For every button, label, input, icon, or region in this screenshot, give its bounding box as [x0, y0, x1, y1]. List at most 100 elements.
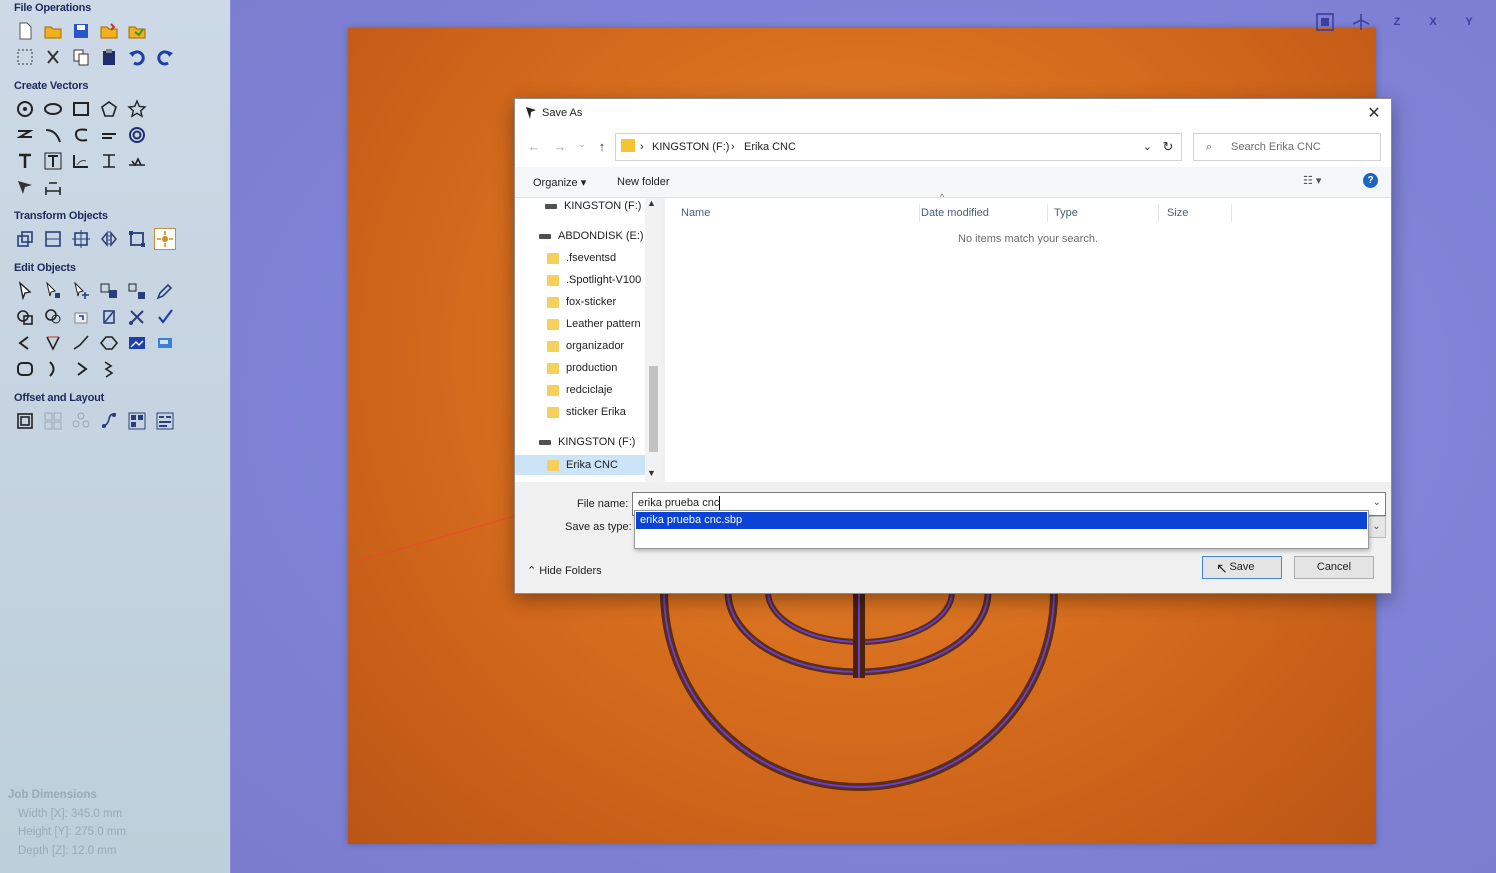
view-3d-icon[interactable] — [1312, 10, 1338, 34]
select-icon[interactable] — [14, 280, 36, 302]
bitmap-icon[interactable] — [154, 332, 176, 354]
circle-icon[interactable] — [14, 98, 36, 120]
fillet-icon[interactable] — [154, 306, 176, 328]
text-on-curve-icon[interactable] — [70, 150, 92, 172]
offset-icon[interactable] — [14, 410, 36, 432]
center-icon[interactable] — [70, 228, 92, 250]
address-bar[interactable]: › KINGSTON (F:) › Erika CNC ⌄ — [615, 133, 1157, 161]
column-header-size[interactable]: Size — [1161, 204, 1232, 222]
transform-select-icon[interactable] — [70, 280, 92, 302]
measure-icon[interactable] — [42, 176, 64, 198]
chevron-down-icon[interactable]: ⌄ — [1373, 497, 1381, 508]
curve-icon[interactable] — [70, 124, 92, 146]
tree-item-folder[interactable]: organizador — [547, 336, 624, 356]
nesting-icon[interactable] — [126, 410, 148, 432]
hide-folders-button[interactable]: ⌃ Hide Folders — [527, 564, 602, 577]
back-arrow-icon[interactable]: ← — [525, 139, 543, 157]
draw-pointer-icon[interactable] — [14, 176, 36, 198]
cancel-button[interactable]: Cancel — [1294, 556, 1374, 579]
close-vector-icon[interactable] — [98, 332, 120, 354]
tree-item-folder[interactable]: redciclaje — [547, 380, 612, 400]
tree-item-folder[interactable]: fox-sticker — [547, 292, 616, 312]
new-folder-button[interactable]: New folder — [617, 176, 670, 188]
dimension-icon[interactable] — [126, 150, 148, 172]
recent-dropdown-icon[interactable]: ⌄ — [573, 139, 591, 157]
iso-view-icon[interactable] — [1348, 10, 1374, 34]
tree-item-drive[interactable]: KINGSTON (F:) — [539, 432, 635, 452]
array-copy-icon[interactable] — [42, 410, 64, 432]
image-trace-icon[interactable] — [126, 332, 148, 354]
set-origin-icon[interactable] — [154, 228, 176, 250]
v-bit-icon[interactable] — [42, 332, 64, 354]
column-header-name[interactable]: Name — [675, 204, 920, 222]
align-icon[interactable] — [42, 228, 64, 250]
search-input[interactable]: ⌕ Search Erika CNC — [1193, 133, 1381, 161]
save-button[interactable]: Save — [1202, 556, 1282, 579]
text-arc-icon[interactable] — [98, 150, 120, 172]
line-icon[interactable] — [98, 124, 120, 146]
ellipse-icon[interactable] — [42, 98, 64, 120]
chevron-down-icon[interactable]: ⌄ — [1143, 140, 1152, 153]
pen-edit-icon[interactable] — [154, 280, 176, 302]
tree-item-folder[interactable]: production — [547, 358, 617, 378]
column-header-type[interactable]: Type — [1048, 204, 1159, 222]
undo-icon[interactable] — [126, 46, 148, 68]
group-icon[interactable] — [98, 280, 120, 302]
scroll-up-icon[interactable]: ▲ — [647, 198, 656, 208]
subtract-icon[interactable] — [42, 306, 64, 328]
extend-icon[interactable] — [98, 358, 120, 380]
z-view-icon[interactable]: Z — [1384, 10, 1410, 34]
organize-button[interactable]: Organize ▾ — [533, 176, 586, 189]
star-icon[interactable] — [126, 98, 148, 120]
scroll-down-icon[interactable]: ▼ — [647, 468, 656, 478]
polyline-icon[interactable] — [14, 124, 36, 146]
tree-item-folder-selected[interactable]: Erika CNC — [547, 455, 618, 475]
copy-along-vector-icon[interactable] — [98, 410, 120, 432]
dialog-titlebar[interactable]: Save As ✕ — [515, 99, 1391, 129]
bracket-right-icon[interactable] — [42, 358, 64, 380]
weld-icon[interactable] — [14, 306, 36, 328]
polygon-icon[interactable] — [98, 98, 120, 120]
tree-item-folder[interactable]: .fseventsd — [547, 248, 616, 268]
tree-item-folder[interactable]: Leather pattern — [547, 314, 641, 334]
move-icon[interactable] — [14, 228, 36, 250]
arc-icon[interactable] — [42, 124, 64, 146]
x-view-icon[interactable]: X — [1420, 10, 1446, 34]
tree-scrollbar[interactable]: ▲ ▼ — [645, 198, 661, 482]
intersect-icon[interactable] — [70, 306, 92, 328]
chevron-left-icon[interactable] — [14, 332, 36, 354]
forward-arrow-icon[interactable]: → — [551, 139, 569, 157]
breadcrumb-folder[interactable]: Erika CNC — [744, 141, 796, 153]
redo-icon[interactable] — [154, 46, 176, 68]
trim-icon[interactable] — [98, 306, 120, 328]
breadcrumb-drive[interactable]: KINGSTON (F:) — [652, 141, 729, 153]
help-icon[interactable]: ? — [1363, 173, 1378, 188]
ungroup-icon[interactable] — [126, 280, 148, 302]
smooth-curve-icon[interactable] — [70, 332, 92, 354]
paste-icon[interactable] — [98, 46, 120, 68]
tree-item-drive[interactable]: KINGSTON (F:) — [545, 198, 641, 216]
refresh-icon[interactable]: ↻ — [1155, 133, 1182, 161]
view-options-icon[interactable]: ☷ ▾ — [1303, 174, 1321, 187]
offset-shape-icon[interactable] — [14, 358, 36, 380]
import-folder-icon[interactable] — [98, 20, 120, 42]
chevron-right-icon[interactable] — [70, 358, 92, 380]
save-type-dropdown-icon[interactable]: ⌄ — [1367, 516, 1386, 538]
text-box-icon[interactable] — [42, 150, 64, 172]
new-file-icon[interactable] — [14, 20, 36, 42]
file-list[interactable]: Name Date modified Type Size ^ No items … — [665, 192, 1391, 482]
select-grid-icon[interactable] — [14, 46, 36, 68]
mirror-icon[interactable] — [98, 228, 120, 250]
scale-icon[interactable] — [126, 228, 148, 250]
copy-icon[interactable] — [70, 46, 92, 68]
cut-icon[interactable] — [42, 46, 64, 68]
save-file-icon[interactable] — [70, 20, 92, 42]
tree-item-drive[interactable]: ABDONDISK (E:) — [539, 226, 644, 246]
tree-item-folder[interactable]: .Spotlight-V100 — [547, 270, 641, 290]
rectangle-icon[interactable] — [70, 98, 92, 120]
column-header-date-modified[interactable]: Date modified — [915, 204, 1048, 222]
tree-item-folder[interactable]: sticker Erika — [547, 402, 626, 422]
node-edit-icon[interactable] — [42, 280, 64, 302]
up-arrow-icon[interactable]: ↑ — [593, 139, 611, 157]
open-folder-icon[interactable] — [42, 20, 64, 42]
